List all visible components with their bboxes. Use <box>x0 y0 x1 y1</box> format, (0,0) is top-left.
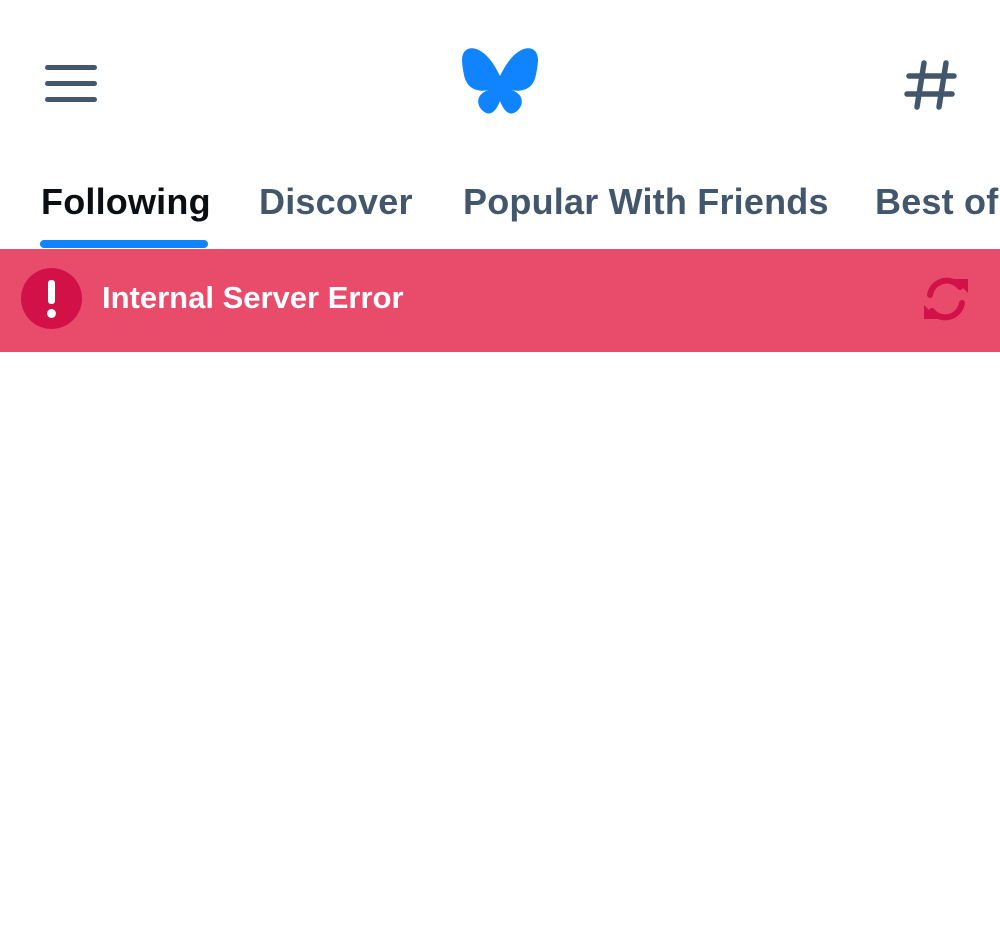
exclamation-circle-icon <box>21 268 82 329</box>
feed-content <box>0 352 1000 932</box>
menu-button[interactable] <box>40 55 102 111</box>
feed-tabs: Following Discover Popular With Friends … <box>0 160 1000 250</box>
error-message: Internal Server Error <box>102 280 404 315</box>
top-bar <box>0 0 1000 160</box>
tab-popular-with-friends[interactable]: Popular With Friends <box>463 170 829 250</box>
refresh-icon <box>924 277 968 321</box>
tab-best-of[interactable]: Best of <box>875 170 998 250</box>
tab-discover[interactable]: Discover <box>259 170 413 250</box>
active-tab-indicator <box>40 240 208 248</box>
hamburger-menu-icon <box>45 65 97 102</box>
error-banner: Internal Server Error <box>0 249 1000 352</box>
app-root: Following Discover Popular With Friends … <box>0 0 1000 932</box>
butterfly-logo-icon <box>462 48 538 114</box>
app-logo[interactable] <box>460 46 540 118</box>
hashtag-button[interactable] <box>900 55 964 115</box>
retry-button[interactable] <box>918 273 974 325</box>
hashtag-icon <box>904 60 957 110</box>
tab-following[interactable]: Following <box>41 170 211 250</box>
